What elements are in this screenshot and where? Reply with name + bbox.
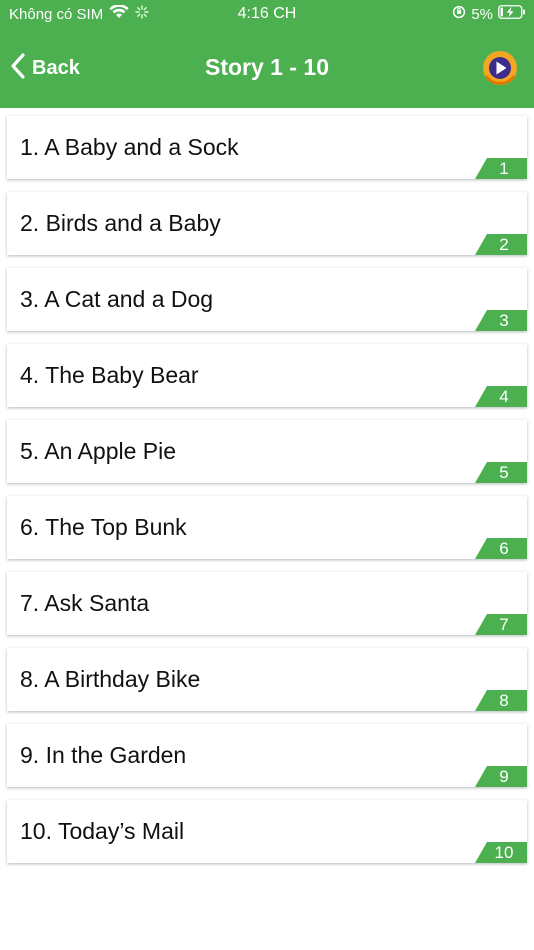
battery-charging-icon xyxy=(498,5,526,23)
story-title: 5. An Apple Pie xyxy=(20,438,177,464)
story-item[interactable]: 2. Birds and a Baby 2 xyxy=(7,192,527,255)
page-title: Story 1 - 10 xyxy=(205,54,329,80)
story-number-badge: 2 xyxy=(475,234,527,255)
story-item[interactable]: 1. A Baby and a Sock 1 xyxy=(7,116,527,179)
story-title: 9. In the Garden xyxy=(20,742,187,768)
story-title: 3. A Cat and a Dog xyxy=(20,286,214,312)
story-item[interactable]: 4. The Baby Bear 4 xyxy=(7,344,527,407)
story-number-badge: 5 xyxy=(475,462,527,483)
story-title: 8. A Birthday Bike xyxy=(20,666,201,692)
story-item[interactable]: 9. In the Garden 9 xyxy=(7,724,527,787)
story-title: 7. Ask Santa xyxy=(20,590,150,616)
play-circle-icon xyxy=(480,51,520,92)
story-item[interactable]: 7. Ask Santa 7 xyxy=(7,572,527,635)
story-item[interactable]: 8. A Birthday Bike 8 xyxy=(7,648,527,711)
story-number-badge: 10 xyxy=(475,842,527,863)
story-number-badge: 3 xyxy=(475,310,527,331)
story-item[interactable]: 5. An Apple Pie 5 xyxy=(7,420,527,483)
story-title: 2. Birds and a Baby xyxy=(20,210,221,236)
status-bar: Không có SIM 4:16 CH 5% xyxy=(0,0,534,30)
story-item[interactable]: 6. The Top Bunk 6 xyxy=(7,496,527,559)
play-button[interactable] xyxy=(480,48,520,88)
story-item[interactable]: 3. A Cat and a Dog 3 xyxy=(7,268,527,331)
orientation-lock-icon xyxy=(452,5,466,23)
story-title: 4. The Baby Bear xyxy=(20,362,199,388)
story-number-badge: 7 xyxy=(475,614,527,635)
story-number-badge: 4 xyxy=(475,386,527,407)
story-title: 10. Today’s Mail xyxy=(20,818,185,844)
status-right: 5% xyxy=(452,5,526,23)
story-number-badge: 9 xyxy=(475,766,527,787)
nav-bar: Back Story 1 - 10 xyxy=(0,40,534,96)
story-number-badge: 8 xyxy=(475,690,527,711)
story-title: 6. The Top Bunk xyxy=(20,514,187,540)
story-number-badge: 6 xyxy=(475,538,527,559)
header: Không có SIM 4:16 CH 5% Back Story 1 - 1… xyxy=(0,0,534,108)
story-title: 1. A Baby and a Sock xyxy=(20,134,239,160)
story-number-badge: 1 xyxy=(475,158,527,179)
battery-percent: 5% xyxy=(471,5,493,23)
story-item[interactable]: 10. Today’s Mail 10 xyxy=(7,800,527,863)
